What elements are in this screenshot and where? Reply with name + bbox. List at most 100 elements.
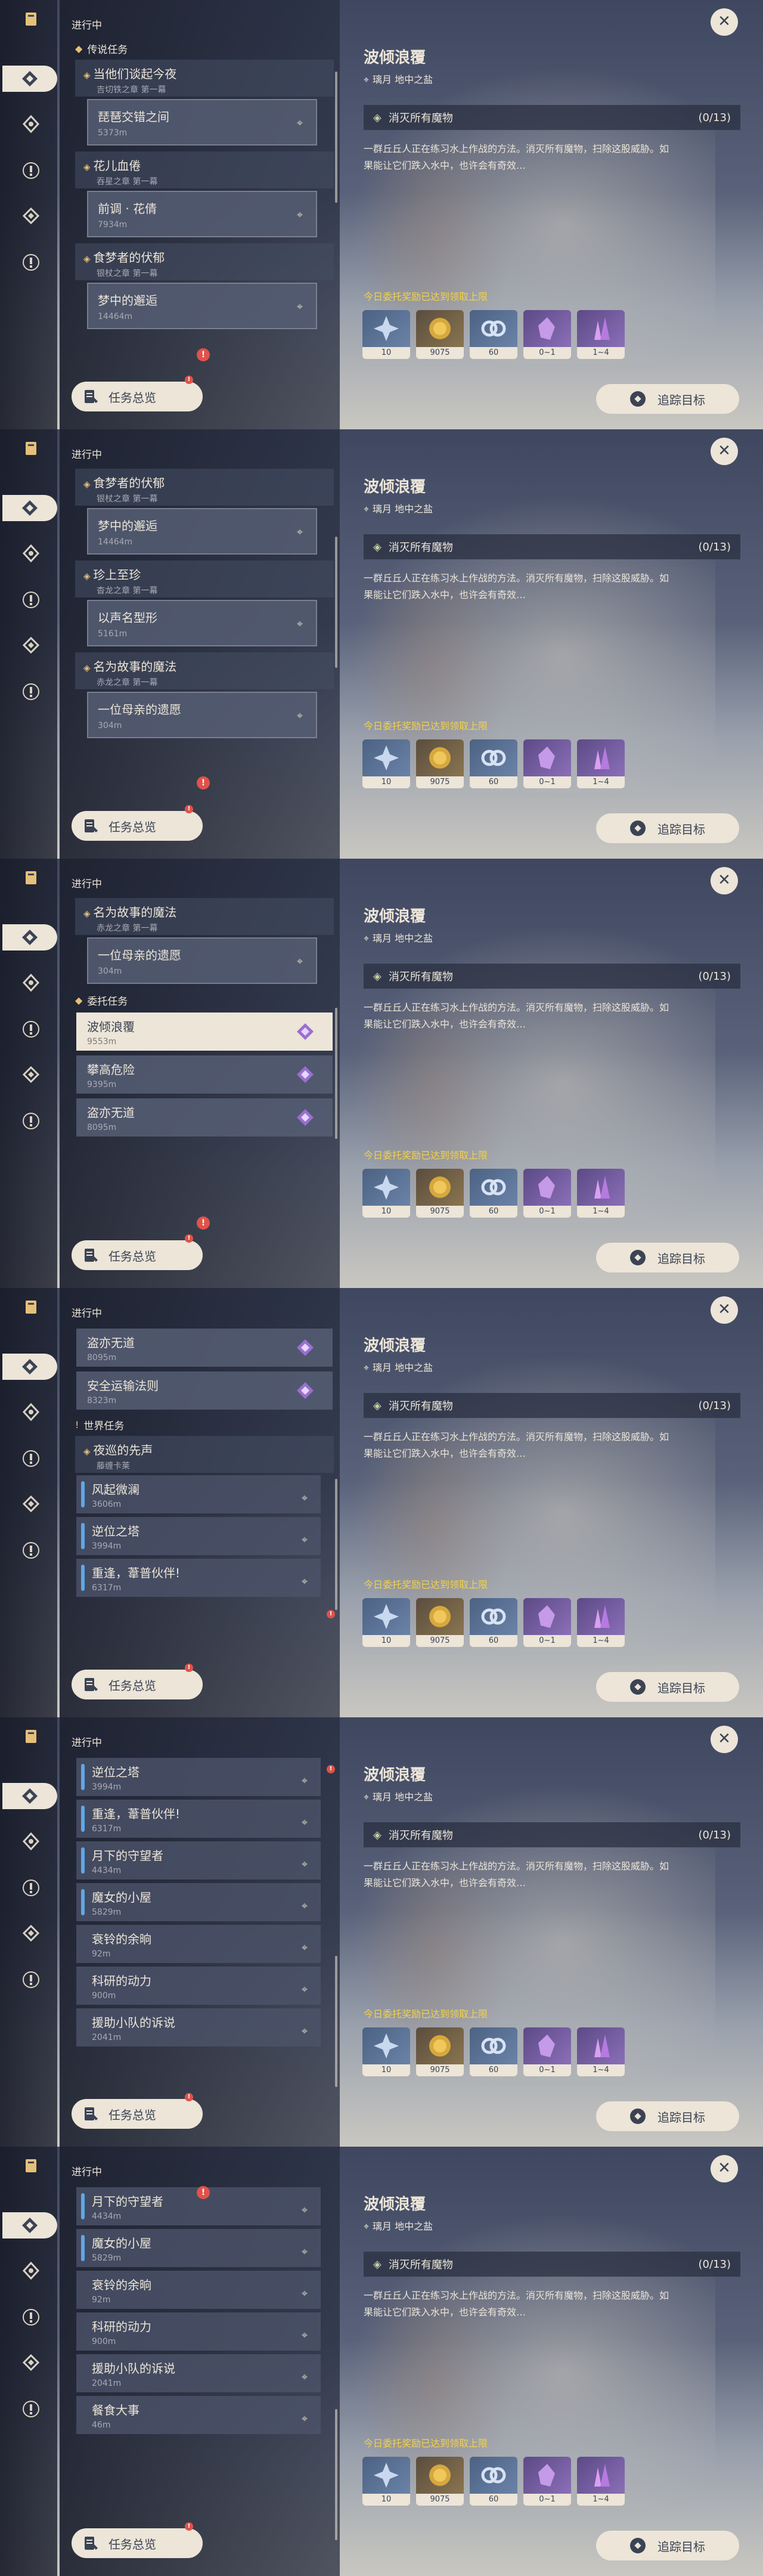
reward-item[interactable]: 9075 <box>416 1169 464 1218</box>
quest-overview-button[interactable]: 任务总览! <box>72 1234 203 1270</box>
quest-chapter[interactable]: 珍上至珍杳龙之章 第一幕 <box>75 561 334 597</box>
quest-list-scroll[interactable]: 逆位之塔 3994m ⌖ 重逢，葦普伙伴! 6317m ⌖ 月下的守望者 4434m ⌖ 魔… <box>72 1755 339 2089</box>
reward-item[interactable]: 0~1 <box>523 310 571 359</box>
close-button[interactable]: ✕ <box>711 1296 738 1324</box>
reward-item[interactable]: 9075 <box>416 1598 464 1647</box>
reward-item[interactable]: 1~4 <box>577 1169 625 1218</box>
tab-all-quests[interactable] <box>18 2153 44 2179</box>
tab-story[interactable] <box>18 1061 44 1088</box>
tab-world[interactable] <box>18 1875 44 1901</box>
world-quest-item[interactable]: 援助小队的诉说 2041m ⌖ <box>76 2354 321 2392</box>
world-quest-item[interactable]: 重逢，葦普伙伴! 6317m ⌖ <box>76 1559 321 1597</box>
close-button[interactable]: ✕ <box>711 1726 738 1753</box>
reward-item[interactable]: 9075 <box>416 2457 464 2506</box>
tab-all-quests[interactable] <box>18 1294 44 1320</box>
track-objective-button[interactable]: 追踪目标 <box>596 813 739 843</box>
tab-story[interactable] <box>18 1491 44 1517</box>
tab-misc[interactable] <box>18 1108 44 1134</box>
tab-commissions[interactable] <box>2 1354 57 1380</box>
quest-chapter[interactable]: 食梦者的伏郁银杖之章 第一幕 <box>75 469 334 506</box>
reward-item[interactable]: 10 <box>362 310 410 359</box>
world-quest-item[interactable]: 月下的守望者 4434m ⌖ <box>76 1841 321 1880</box>
quest-step[interactable]: 一位母亲的遗愿 304m ⌖ <box>87 692 317 738</box>
quest-overview-button[interactable]: 任务总览! <box>72 805 203 841</box>
commission-item[interactable]: 盗亦无道 8095m <box>76 1329 333 1367</box>
quest-chapter[interactable]: 名为故事的魔法赤龙之章 第一幕 <box>75 652 334 689</box>
tab-misc[interactable] <box>18 249 44 275</box>
tab-commissions[interactable] <box>2 1783 57 1809</box>
world-quest-item[interactable]: 衰铃的余晌 92m ⌖ <box>76 2271 321 2309</box>
quest-chapter[interactable]: 食梦者的伏郁银杖之章 第一幕 <box>75 243 334 280</box>
quest-chapter[interactable]: 名为故事的魔法赤龙之章 第一幕 <box>75 898 334 935</box>
quest-list-scroll[interactable]: ◆传说任务 当他们谈起今夜吉切铁之章 第一幕 琵琶交错之间5373m⌖ 花儿血倦… <box>72 38 339 372</box>
list-scrollbar[interactable] <box>335 72 337 203</box>
reward-item[interactable]: 10 <box>362 2027 410 2076</box>
tab-story[interactable] <box>18 203 44 229</box>
quest-step[interactable]: 梦中的邂逅 14464m ⌖ <box>87 508 317 555</box>
commission-item[interactable]: 盗亦无道 8095m <box>76 1098 333 1137</box>
list-scrollbar[interactable] <box>335 537 337 668</box>
quest-list-scroll[interactable]: 盗亦无道8095m 安全运输法则8323m !世界任务 夜巡的先声藤缠卡莱 风起… <box>72 1326 339 1660</box>
tab-commissions[interactable] <box>2 495 57 521</box>
reward-item[interactable]: 10 <box>362 739 410 788</box>
world-quest-item[interactable]: 重逢，葦普伙伴! 6317m ⌖ <box>76 1800 321 1838</box>
tab-all-quests[interactable] <box>18 435 44 462</box>
tab-story[interactable] <box>18 2349 44 2376</box>
tab-commissions[interactable] <box>2 2212 57 2238</box>
tab-world[interactable] <box>18 1016 44 1042</box>
quest-step[interactable]: 梦中的邂逅 14464m ⌖ <box>87 283 317 329</box>
tab-archon[interactable] <box>18 970 44 996</box>
commission-item[interactable]: 攀高危险 9395m <box>76 1055 333 1094</box>
close-button[interactable]: ✕ <box>711 438 738 465</box>
quest-chapter[interactable]: 夜巡的先声藤缠卡莱 <box>75 1436 334 1473</box>
tab-misc[interactable] <box>18 679 44 705</box>
commission-item[interactable]: 安全运输法则 8323m <box>76 1371 333 1410</box>
reward-item[interactable]: 1~4 <box>577 2027 625 2076</box>
tab-archon[interactable] <box>18 1399 44 1425</box>
tab-archon[interactable] <box>18 540 44 566</box>
reward-item[interactable]: 0~1 <box>523 739 571 788</box>
tab-archon[interactable] <box>18 1828 44 1854</box>
quest-step[interactable]: 风起微澜 3606m ⌖ <box>76 1475 321 1513</box>
close-button[interactable]: ✕ <box>711 2155 738 2182</box>
commission-item-selected[interactable]: 波倾浪覆 9553m <box>76 1013 333 1051</box>
list-scrollbar[interactable] <box>335 1008 337 1139</box>
reward-item[interactable]: 60 <box>470 2457 517 2506</box>
tab-world[interactable] <box>18 587 44 613</box>
tab-all-quests[interactable] <box>18 865 44 891</box>
quest-list-scroll[interactable]: 食梦者的伏郁银杖之章 第一幕 梦中的邂逅14464m⌖ 珍上至珍杳龙之章 第一幕… <box>72 467 339 801</box>
list-scrollbar[interactable] <box>335 2409 337 2540</box>
reward-item[interactable]: 10 <box>362 2457 410 2506</box>
close-button[interactable]: ✕ <box>711 867 738 894</box>
quest-step[interactable]: 以声名型形 5161m ⌖ <box>87 600 317 646</box>
tab-misc[interactable] <box>18 1537 44 1563</box>
quest-chapter[interactable]: 当他们谈起今夜吉切铁之章 第一幕 <box>75 60 334 97</box>
world-quest-item[interactable]: 餐食大事 46m ⌖ <box>76 2396 321 2434</box>
tab-commissions[interactable] <box>2 66 57 92</box>
list-scrollbar[interactable] <box>335 1479 337 1610</box>
tab-world[interactable] <box>18 1445 44 1472</box>
quest-step[interactable]: 逆位之塔 3994m ⌖ <box>76 1517 321 1555</box>
reward-item[interactable]: 60 <box>470 1169 517 1218</box>
quest-step[interactable]: 前调 · 花倩 7934m ⌖ <box>87 191 317 237</box>
quest-step[interactable]: 逆位之塔 3994m ⌖ <box>76 1758 321 1796</box>
quest-chapter[interactable]: 花儿血倦吞星之章 第一幕 <box>75 151 334 188</box>
quest-list-scroll[interactable]: 月下的守望者 4434m ⌖ 魔女的小屋 5829m ⌖ 衰铃的余晌 92m ⌖ 科研的动力… <box>72 2185 339 2519</box>
reward-item[interactable]: 9075 <box>416 739 464 788</box>
tab-misc[interactable] <box>18 1967 44 1993</box>
quest-overview-button[interactable]: 任务总览! <box>72 2093 203 2129</box>
world-quest-item[interactable]: 援助小队的诉说 2041m ⌖ <box>76 2008 321 2046</box>
reward-item[interactable]: 9075 <box>416 310 464 359</box>
reward-item[interactable]: 1~4 <box>577 739 625 788</box>
track-objective-button[interactable]: 追踪目标 <box>596 384 739 414</box>
world-quest-item[interactable]: 衰铃的余晌 92m ⌖ <box>76 1925 321 1963</box>
tab-story[interactable] <box>18 1920 44 1946</box>
track-objective-button[interactable]: 追踪目标 <box>596 2531 739 2560</box>
tab-world[interactable] <box>18 157 44 184</box>
tab-commissions[interactable] <box>2 924 57 950</box>
tab-misc[interactable] <box>18 2396 44 2422</box>
close-button[interactable]: ✕ <box>711 8 738 36</box>
world-quest-item[interactable]: 科研的动力 900m ⌖ <box>76 1967 321 2005</box>
quest-list-scroll[interactable]: 名为故事的魔法赤龙之章 第一幕 一位母亲的遗愿304m⌖ ◆委托任务 波倾浪覆9… <box>72 897 339 1231</box>
reward-item[interactable]: 1~4 <box>577 1598 625 1647</box>
